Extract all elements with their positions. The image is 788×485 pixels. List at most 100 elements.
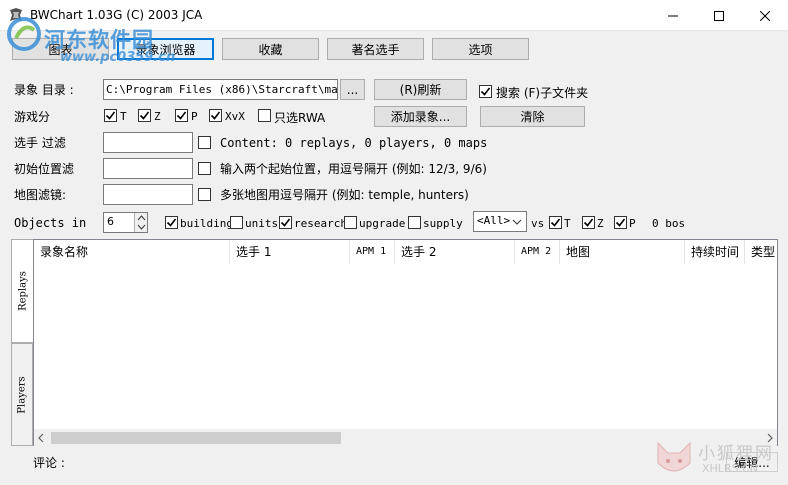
- objects-supply-label: supply: [423, 217, 463, 230]
- map-filter-checkbox[interactable]: [198, 188, 211, 201]
- game-filter-p-label: P: [191, 110, 198, 123]
- tab-players-label: Players: [16, 375, 28, 414]
- tab-chart-label: 图表: [48, 42, 73, 57]
- tab-replays-label: Replays: [17, 271, 28, 311]
- start-pos-filter-label: 初始位置滤: [14, 162, 75, 176]
- map-filter-input[interactable]: [103, 184, 193, 205]
- objects-upgrade-checkbox[interactable]: [344, 216, 357, 229]
- col-apm2[interactable]: APM 2: [515, 240, 560, 264]
- tab-famous-players[interactable]: 著名选手: [327, 38, 424, 60]
- col-duration-label: 持续时间: [691, 245, 740, 259]
- col-apm2-label: APM 2: [521, 246, 552, 257]
- clear-button[interactable]: 清除: [480, 106, 585, 127]
- game-filter-p-checkbox[interactable]: [175, 109, 188, 122]
- game-filter-t-checkbox[interactable]: [104, 109, 117, 122]
- maximize-icon: [714, 10, 724, 21]
- search-subfolders-checkbox[interactable]: [479, 85, 492, 98]
- browse-label: ...: [346, 82, 359, 97]
- tab-favorites-label: 收藏: [258, 42, 283, 57]
- col-map[interactable]: 地图: [560, 240, 685, 264]
- edit-button[interactable]: 编辑...: [726, 452, 778, 472]
- start-pos-hint: 输入两个起始位置，用逗号隔开 (例如: 12/3, 9/6): [220, 162, 487, 176]
- check-icon: [176, 111, 187, 120]
- player-filter-input[interactable]: [103, 132, 193, 153]
- app-icon: [8, 7, 24, 23]
- race-select[interactable]: <All>: [473, 211, 527, 232]
- vs-t-checkbox[interactable]: [549, 216, 562, 229]
- replay-list[interactable]: 录象名称 选手 1 APM 1 选手 2 APM 2 地图 持续时间 类型: [33, 239, 778, 446]
- stepper-buttons[interactable]: [134, 213, 147, 232]
- maximize-button[interactable]: [696, 0, 742, 31]
- col-player2[interactable]: 选手 2: [395, 240, 515, 264]
- scroll-thumb[interactable]: [51, 432, 341, 444]
- game-filter-xvx-checkbox[interactable]: [209, 109, 222, 122]
- objects-building-checkbox[interactable]: [165, 216, 178, 229]
- col-duration[interactable]: 持续时间: [685, 240, 745, 264]
- tab-chart[interactable]: 图表: [12, 38, 109, 60]
- vs-z-label: Z: [597, 217, 604, 230]
- add-replay-label: 添加录象...: [390, 110, 451, 124]
- objects-upgrade-label: upgrade: [359, 217, 406, 230]
- bos-count: 0 bos: [652, 217, 686, 230]
- tab-options[interactable]: 选项: [432, 38, 529, 60]
- refresh-button[interactable]: (R)刷新: [374, 79, 467, 100]
- tab-replay-browser[interactable]: 录象浏览器: [117, 38, 214, 60]
- objects-research-checkbox[interactable]: [279, 216, 292, 229]
- scroll-left-icon[interactable]: [36, 433, 46, 443]
- game-filter-xvx-label: XvX: [225, 110, 245, 123]
- col-replay-name[interactable]: 录象名称: [34, 240, 230, 264]
- start-pos-filter-input[interactable]: [103, 158, 193, 179]
- list-header: 录象名称 选手 1 APM 1 选手 2 APM 2 地图 持续时间 类型: [34, 240, 777, 264]
- objects-units-checkbox[interactable]: [230, 216, 243, 229]
- col-apm1[interactable]: APM 1: [350, 240, 395, 264]
- replay-dir-input[interactable]: C:\Program Files (x86)\Starcraft\maps\: [103, 79, 338, 100]
- scroll-right-icon[interactable]: [765, 433, 775, 443]
- game-filter-rwa-checkbox[interactable]: [258, 109, 271, 122]
- chevron-up-icon: [137, 215, 146, 221]
- objects-building-label: building: [180, 217, 233, 230]
- close-button[interactable]: [742, 0, 788, 31]
- check-icon: [615, 218, 626, 227]
- clear-label: 清除: [520, 110, 545, 124]
- game-filter-t-label: T: [120, 110, 127, 123]
- vs-t-label: T: [564, 217, 571, 230]
- col-type-label: 类型: [751, 245, 776, 259]
- check-icon: [210, 111, 221, 120]
- vs-p-checkbox[interactable]: [614, 216, 627, 229]
- tab-replays[interactable]: Replays: [11, 239, 33, 343]
- map-filter-label: 地图滤镜:: [14, 188, 67, 202]
- comment-label: 评论 :: [33, 456, 65, 470]
- objects-research-label: research: [294, 217, 347, 230]
- tab-famous-players-label: 著名选手: [351, 42, 400, 57]
- player-filter-checkbox[interactable]: [198, 136, 211, 149]
- browse-button[interactable]: ...: [340, 79, 365, 100]
- col-type[interactable]: 类型: [745, 240, 777, 264]
- tab-players[interactable]: Players: [11, 343, 33, 446]
- tab-favorites[interactable]: 收藏: [222, 38, 319, 60]
- objects-units-label: units: [245, 217, 279, 230]
- objects-supply-checkbox[interactable]: [408, 216, 421, 229]
- horizontal-scrollbar[interactable]: [34, 429, 777, 446]
- col-player2-label: 选手 2: [401, 245, 437, 259]
- game-filter-label: 游戏分: [14, 110, 51, 124]
- minimize-icon: [668, 15, 678, 16]
- col-map-label: 地图: [566, 245, 591, 259]
- vs-z-checkbox[interactable]: [582, 216, 595, 229]
- race-select-value: <All>: [477, 214, 511, 227]
- map-filter-hint: 多张地图用逗号隔开 (例如: temple, hunters): [220, 188, 469, 202]
- game-filter-z-label: Z: [154, 110, 161, 123]
- col-apm1-label: APM 1: [356, 246, 387, 257]
- minimize-button[interactable]: [650, 0, 696, 31]
- search-subfolders-label: 搜索 (F)子文件夹: [496, 86, 589, 100]
- objects-count-stepper[interactable]: 6: [103, 212, 148, 233]
- game-filter-z-checkbox[interactable]: [138, 109, 151, 122]
- add-replay-button[interactable]: 添加录象...: [374, 106, 467, 127]
- col-player1-label: 选手 1: [236, 245, 272, 259]
- window-title: BWChart 1.03G (C) 2003 JCA: [30, 8, 203, 22]
- col-player1[interactable]: 选手 1: [230, 240, 350, 264]
- start-pos-filter-checkbox[interactable]: [198, 162, 211, 175]
- objects-in-label: Objects in: [14, 216, 87, 230]
- side-tabs: Replays Players: [11, 239, 33, 446]
- check-icon: [166, 218, 177, 227]
- check-icon: [480, 87, 491, 96]
